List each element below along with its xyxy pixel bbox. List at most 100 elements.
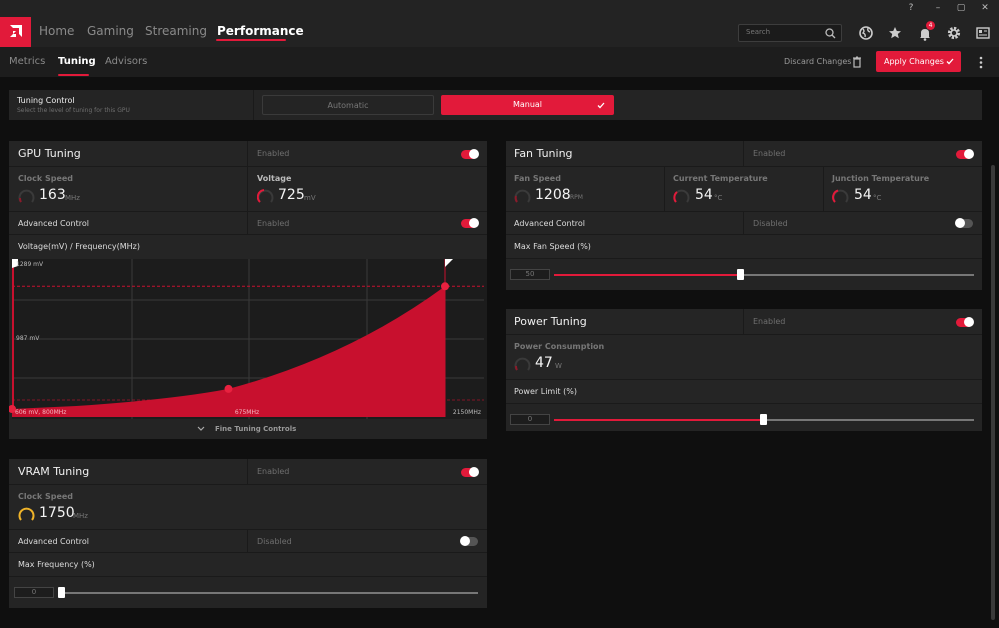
max-frequency-value-input[interactable]: 0 xyxy=(14,587,54,598)
trash-icon[interactable] xyxy=(852,56,862,68)
fine-tuning-controls-label: Fine Tuning Controls xyxy=(215,425,297,433)
favorites-star-icon[interactable] xyxy=(886,24,904,42)
tab-gaming[interactable]: Gaming xyxy=(87,24,134,38)
x-tick-label-max: 2150MHz xyxy=(453,409,481,416)
manual-option-button[interactable]: Manual xyxy=(441,95,614,115)
power-limit-slider-fill xyxy=(554,419,763,421)
power-limit-slider-thumb[interactable] xyxy=(760,414,767,425)
power-tuning-panel: Power Tuning Enabled Power Consumption 4… xyxy=(506,309,982,431)
tuning-control-subtitle: Select the level of tuning for this GPU xyxy=(17,107,130,114)
y-tick-label-max: 1289 mV xyxy=(16,261,44,268)
fan-speed-unit: RPM xyxy=(570,194,583,201)
search-input[interactable]: Search xyxy=(738,24,842,42)
clock-speed-value: 163 xyxy=(39,187,66,203)
search-placeholder: Search xyxy=(746,28,771,36)
power-consumption-gauge-icon xyxy=(514,357,531,371)
current-temperature-unit: °C xyxy=(714,194,723,202)
vram-tuning-status: Enabled xyxy=(257,467,290,476)
power-tuning-toggle[interactable] xyxy=(956,317,974,327)
curve-point xyxy=(224,384,233,393)
fine-tuning-controls-toggle[interactable]: Fine Tuning Controls xyxy=(9,419,487,439)
fan-speed-label: Fan Speed xyxy=(514,174,561,183)
junction-temperature-unit: °C xyxy=(873,194,882,202)
voltage-label: Voltage xyxy=(257,174,292,183)
fan-tuning-title: Fan Tuning xyxy=(514,147,573,160)
junction-temperature-value: 54 xyxy=(854,187,872,203)
current-temperature-label: Current Temperature xyxy=(673,174,768,183)
max-fan-speed-slider-thumb[interactable] xyxy=(737,269,744,280)
voltage-gauge-icon xyxy=(257,189,274,203)
close-button[interactable]: ✕ xyxy=(978,2,992,15)
search-icon xyxy=(825,28,836,39)
vram-advanced-control-label: Advanced Control xyxy=(18,537,89,546)
junction-temperature-label: Junction Temperature xyxy=(832,174,930,183)
power-consumption-label: Power Consumption xyxy=(514,342,605,351)
maximize-button[interactable]: ▢ xyxy=(954,2,968,15)
power-limit-value-input[interactable]: 0 xyxy=(510,414,550,425)
voltage-frequency-chart[interactable]: 1289 mV 987 mV 606 mV, 800MHz 675MHz 2150MHz xyxy=(9,259,487,419)
fan-tuning-panel: Fan Tuning Enabled Fan Speed 1208 RPM Cu… xyxy=(506,141,982,290)
page-scrollbar[interactable] xyxy=(991,165,995,620)
vf-curve-title: Voltage(mV) / Frequency(MHz) xyxy=(18,242,140,251)
tuning-control-title: Tuning Control xyxy=(17,96,75,105)
power-limit-label: Power Limit (%) xyxy=(514,387,577,396)
amd-logo-icon[interactable] xyxy=(0,17,31,47)
max-fan-speed-slider-fill xyxy=(554,274,740,276)
power-tuning-title: Power Tuning xyxy=(514,315,587,328)
vram-clock-speed-value: 1750 xyxy=(39,505,75,521)
clock-speed-gauge-icon xyxy=(18,189,35,203)
profile-card-icon[interactable] xyxy=(974,24,992,42)
vram-tuning-panel: VRAM Tuning Enabled Clock Speed 1750 MHz… xyxy=(9,459,487,608)
active-subtab-indicator xyxy=(58,74,89,76)
title-bar: ? – ▢ ✕ xyxy=(0,0,999,17)
current-temperature-value: 54 xyxy=(695,187,713,203)
fan-tuning-toggle[interactable] xyxy=(956,149,974,159)
vram-tuning-toggle[interactable] xyxy=(461,467,479,477)
minimize-button[interactable]: – xyxy=(931,2,945,15)
tuning-control-panel: Tuning Control Select the level of tunin… xyxy=(9,90,982,120)
max-fan-speed-label: Max Fan Speed (%) xyxy=(514,242,591,251)
notifications-bell-icon[interactable]: 4 xyxy=(916,21,935,42)
settings-gear-icon[interactable] xyxy=(945,24,963,42)
power-consumption-unit: W xyxy=(555,362,562,370)
manual-option-label: Manual xyxy=(512,100,543,109)
y-tick-label-mid: 987 mV xyxy=(16,335,40,342)
power-consumption-value: 47 xyxy=(535,355,553,371)
discard-changes-button[interactable]: Discard Changes xyxy=(784,57,851,66)
apply-changes-label: Apply Changes xyxy=(884,57,944,66)
subtab-tuning[interactable]: Tuning xyxy=(58,56,96,67)
tab-home[interactable]: Home xyxy=(39,24,74,38)
automatic-option-button[interactable]: Automatic xyxy=(262,95,434,115)
help-icon[interactable]: ? xyxy=(904,2,918,15)
max-fan-speed-value-input[interactable]: 50 xyxy=(510,269,550,280)
vram-advanced-control-toggle[interactable] xyxy=(460,536,478,546)
fan-advanced-control-toggle[interactable] xyxy=(955,218,973,228)
vram-tuning-title: VRAM Tuning xyxy=(18,465,90,478)
junction-temperature-gauge-icon xyxy=(832,189,849,203)
checkmark-icon xyxy=(946,58,954,65)
subtab-advisors[interactable]: Advisors xyxy=(105,56,147,67)
chevron-down-icon xyxy=(197,426,205,431)
gpu-advanced-control-label: Advanced Control xyxy=(18,219,89,228)
gpu-tuning-panel: GPU Tuning Enabled Clock Speed 163 MHz V… xyxy=(9,141,487,439)
tab-performance[interactable]: Performance xyxy=(217,24,304,38)
tab-streaming[interactable]: Streaming xyxy=(145,24,207,38)
vram-clock-speed-unit: MHz xyxy=(73,512,88,520)
gpu-tuning-status: Enabled xyxy=(257,149,290,158)
vram-advanced-control-status: Disabled xyxy=(257,537,292,546)
more-options-icon[interactable] xyxy=(979,56,983,69)
gpu-advanced-control-status: Enabled xyxy=(257,219,290,228)
vram-clock-speed-label: Clock Speed xyxy=(18,492,74,501)
top-navigation: Home Gaming Streaming Performance xyxy=(0,17,999,47)
max-frequency-slider-thumb[interactable] xyxy=(58,587,65,598)
max-frequency-slider-track[interactable] xyxy=(62,592,478,594)
fan-speed-value: 1208 xyxy=(535,187,571,203)
gpu-tuning-toggle[interactable] xyxy=(461,149,479,159)
gpu-advanced-control-toggle[interactable] xyxy=(461,218,479,228)
globe-icon[interactable] xyxy=(857,24,875,42)
subtab-metrics[interactable]: Metrics xyxy=(9,56,45,67)
x-tick-label-mid: 675MHz xyxy=(235,409,259,416)
apply-changes-button[interactable]: Apply Changes xyxy=(876,51,961,72)
sub-navigation: Metrics Tuning Advisors Discard Changes … xyxy=(0,47,999,77)
current-temperature-gauge-icon xyxy=(673,189,690,203)
